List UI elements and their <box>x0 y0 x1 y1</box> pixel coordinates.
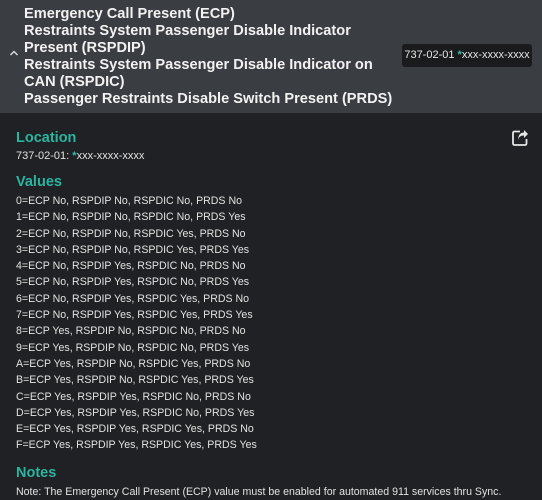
value-item: B=ECP Yes, RSPDIP No, RSPDIC Yes, PRDS Y… <box>16 374 254 387</box>
id-prefix: 737-02-01 <box>404 49 455 61</box>
value-item: 8=ECP Yes, RSPDIP No, RSPDIC No, PRDS No <box>16 325 246 338</box>
title-rspdip: Restraints System Passenger Disable Indi… <box>24 23 351 56</box>
title-prds: Passenger Restraints Disable Switch Pres… <box>24 91 393 107</box>
values-list: 0=ECP No, RSPDIP No, RSPDIC No, PRDS No … <box>16 193 257 454</box>
value-item: E=ECP Yes, RSPDIP Yes, RSPDIC Yes, PRDS … <box>16 423 254 436</box>
value-item: C=ECP Yes, RSPDIP Yes, RSPDIC No, PRDS N… <box>16 390 251 403</box>
value-item: F=ECP Yes, RSPDIP Yes, RSPDIC Yes, PRDS … <box>16 439 257 452</box>
notes-heading: Notes <box>16 465 57 481</box>
location-prefix: 737-02-01: <box>16 150 70 162</box>
location-code: xxx-xxxx-xxxx <box>76 150 145 162</box>
title-rspdic: Restraints System Passenger Disable Indi… <box>24 57 373 90</box>
notes-text: Note: The Emergency Call Present (ECP) v… <box>16 486 502 498</box>
title-ecp: Emergency Call Present (ECP) <box>24 6 235 22</box>
value-item: A=ECP Yes, RSPDIP No, RSPDIC Yes, PRDS N… <box>16 357 251 370</box>
parameter-id-badge: 737-02-01 *xxx-xxxx-xxxx <box>402 44 532 67</box>
parameter-header[interactable]: Emergency Call Present (ECP) Restraints … <box>0 0 542 113</box>
share-icon[interactable] <box>511 129 529 147</box>
value-item: 6=ECP No, RSPDIP Yes, RSPDIC Yes, PRDS N… <box>16 292 250 305</box>
location-heading: Location <box>16 130 77 146</box>
values-heading: Values <box>16 174 62 190</box>
chevron-up-icon[interactable] <box>9 48 21 60</box>
parameter-titles: Emergency Call Present (ECP) Restraints … <box>24 6 402 108</box>
value-item: 0=ECP No, RSPDIP No, RSPDIC No, PRDS No <box>16 195 242 207</box>
value-item: D=ECP Yes, RSPDIP Yes, RSPDIC No, PRDS Y… <box>16 406 255 419</box>
value-item: 7=ECP No, RSPDIP Yes, RSPDIC Yes, PRDS Y… <box>16 309 253 322</box>
value-item: 9=ECP Yes, RSPDIP No, RSPDIC No, PRDS Ye… <box>16 341 250 354</box>
value-item: 2=ECP No, RSPDIP No, RSPDIC Yes, PRDS No <box>16 227 246 240</box>
value-item: 1=ECP No, RSPDIP No, RSPDIC No, PRDS Yes <box>16 211 246 224</box>
value-item: 5=ECP No, RSPDIP Yes, RSPDIC No, PRDS Ye… <box>16 276 250 289</box>
value-item: 4=ECP No, RSPDIP Yes, RSPDIC No, PRDS No <box>16 260 246 273</box>
value-item: 3=ECP No, RSPDIP No, RSPDIC Yes, PRDS Ye… <box>16 243 250 256</box>
id-value: xxx-xxxx-xxxx <box>461 49 530 61</box>
location-value: 737-02-01: *xxx-xxxx-xxxx <box>16 149 144 163</box>
